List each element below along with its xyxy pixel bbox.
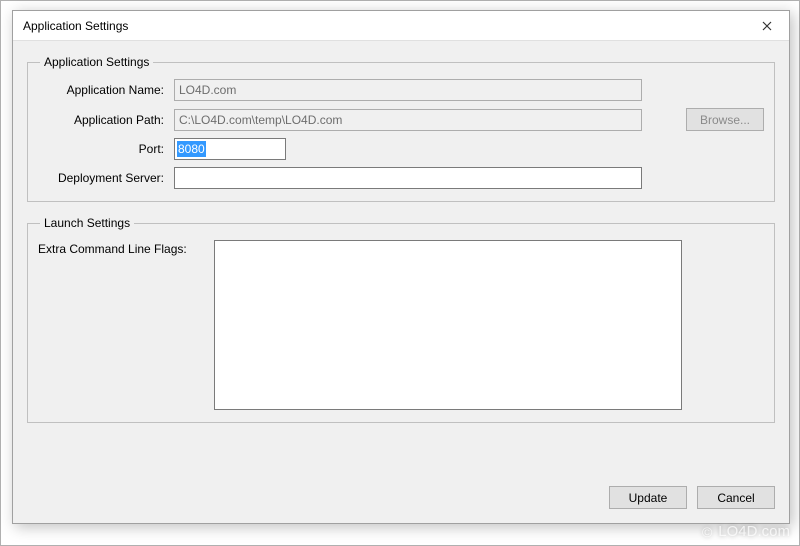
- launch-settings-group: Launch Settings Extra Command Line Flags…: [27, 216, 775, 423]
- application-settings-legend: Application Settings: [40, 55, 153, 69]
- close-icon: [762, 21, 772, 31]
- extra-flags-textarea[interactable]: [214, 240, 682, 410]
- update-button[interactable]: Update: [609, 486, 687, 509]
- deployment-server-input[interactable]: [174, 167, 642, 189]
- port-row: Port: 8080: [38, 138, 764, 160]
- dialog-footer: Update Cancel: [13, 482, 789, 523]
- launch-settings-legend: Launch Settings: [40, 216, 134, 230]
- deployment-server-label: Deployment Server:: [38, 171, 168, 185]
- window-title: Application Settings: [23, 19, 745, 33]
- extra-flags-label: Extra Command Line Flags:: [38, 240, 208, 256]
- cancel-button[interactable]: Cancel: [697, 486, 775, 509]
- app-name-input: [174, 79, 642, 101]
- browse-button[interactable]: Browse...: [686, 108, 764, 131]
- titlebar: Application Settings: [13, 11, 789, 41]
- close-button[interactable]: [745, 11, 789, 41]
- app-name-label: Application Name:: [38, 83, 168, 97]
- app-path-input: [174, 109, 642, 131]
- port-input[interactable]: [174, 138, 286, 160]
- deployment-server-row: Deployment Server:: [38, 167, 764, 189]
- application-settings-dialog: Application Settings Application Setting…: [12, 10, 790, 524]
- application-settings-group: Application Settings Application Name: A…: [27, 55, 775, 202]
- app-path-label: Application Path:: [38, 113, 168, 127]
- dialog-body: Application Settings Application Name: A…: [13, 41, 789, 482]
- app-name-row: Application Name:: [38, 79, 764, 101]
- app-path-row: Application Path: Browse...: [38, 108, 764, 131]
- port-label: Port:: [38, 142, 168, 156]
- extra-flags-row: Extra Command Line Flags:: [38, 240, 764, 410]
